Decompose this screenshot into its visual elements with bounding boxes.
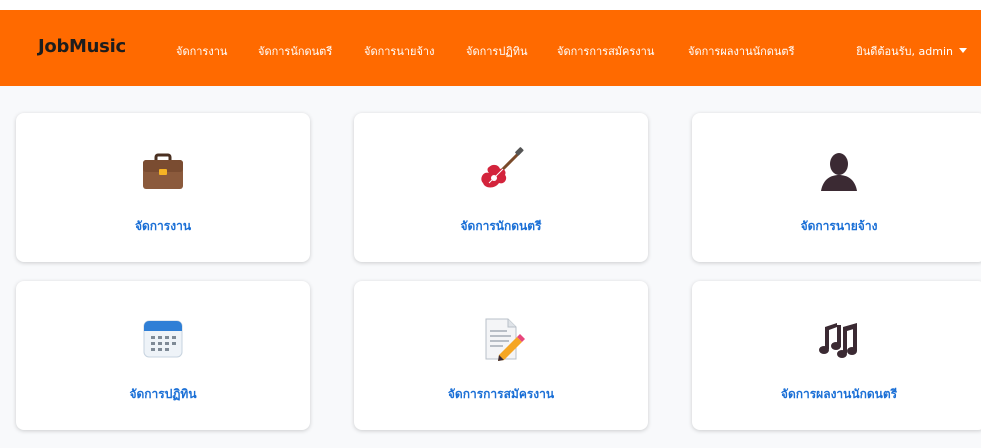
dashboard-main: จัดการงาน จัดการนักดนตรี จัดการนายจ้าง จ…	[0, 86, 981, 448]
card-label-jobs: จัดการงาน	[134, 219, 192, 233]
card-calendar[interactable]: จัดการปฏิทิน	[16, 281, 310, 430]
chevron-down-icon	[959, 48, 967, 53]
nav-link-calendar[interactable]: จัดการปฏิทิน	[466, 42, 527, 60]
nav-link-employers[interactable]: จัดการนายจ้าง	[364, 42, 434, 60]
nav-link-musicians[interactable]: จัดการนักดนตรี	[258, 42, 332, 60]
card-applications[interactable]: จัดการการสมัครงาน	[354, 281, 648, 430]
card-label-calendar: จัดการปฏิทิน	[129, 387, 197, 401]
musical-notes-icon	[815, 315, 863, 363]
guitar-icon	[477, 147, 525, 195]
nav-link-jobs[interactable]: จัดการงาน	[176, 42, 227, 60]
card-musicians[interactable]: จัดการนักดนตรี	[354, 113, 648, 262]
briefcase-icon	[139, 147, 187, 195]
card-portfolio[interactable]: จัดการผลงานนักดนตรี	[692, 281, 981, 430]
card-label-portfolio: จัดการผลงานนักดนตรี	[780, 387, 898, 401]
card-label-employers: จัดการนายจ้าง	[800, 219, 878, 233]
top-navbar: JobMusic จัดการงาน จัดการนักดนตรี จัดการ…	[0, 10, 981, 86]
person-icon	[815, 147, 863, 195]
nav-link-applications[interactable]: จัดการการสมัครงาน	[557, 42, 654, 60]
user-menu-dropdown[interactable]: ยินดีต้อนรับ, admin	[856, 42, 967, 60]
card-label-applications: จัดการการสมัครงาน	[447, 387, 555, 401]
calendar-icon	[139, 315, 187, 363]
user-greeting: ยินดีต้อนรับ, admin	[856, 45, 953, 58]
memo-icon	[477, 315, 525, 363]
card-employers[interactable]: จัดการนายจ้าง	[692, 113, 981, 262]
card-jobs[interactable]: จัดการงาน	[16, 113, 310, 262]
brand-logo-link[interactable]: JobMusic	[38, 36, 126, 57]
nav-link-portfolio[interactable]: จัดการผลงานนักดนตรี	[688, 42, 794, 60]
card-label-musicians: จัดการนักดนตรี	[460, 219, 542, 233]
